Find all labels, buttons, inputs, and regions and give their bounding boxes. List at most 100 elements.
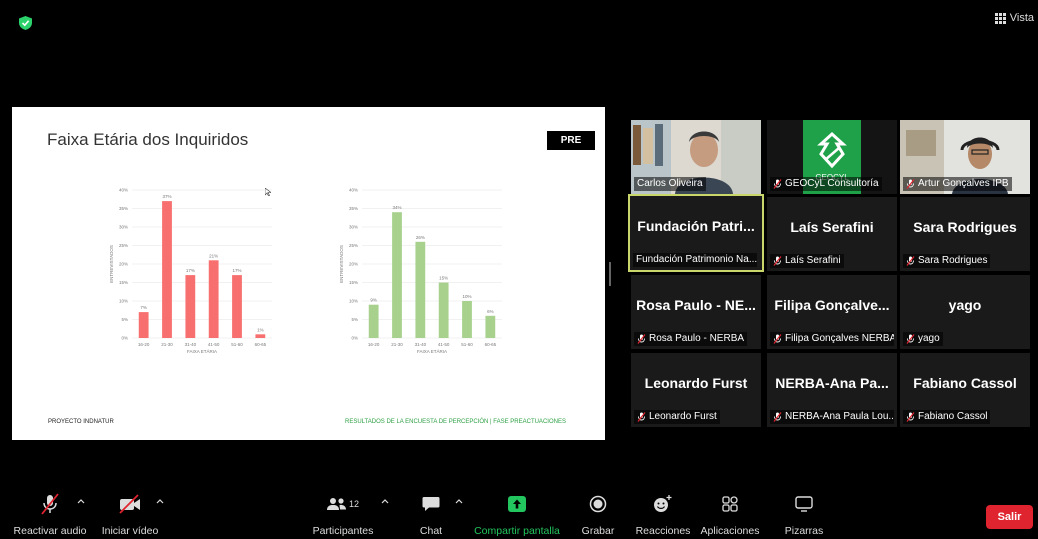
bar-value-label: 26%	[416, 235, 425, 240]
participants-label: Participantes	[312, 525, 374, 537]
whiteboards-button[interactable]: Pizarras	[782, 492, 826, 537]
participant-display-name: Leonardo Furst	[644, 375, 748, 391]
chat-button[interactable]: Chat	[414, 492, 448, 537]
participant-name: GEOCyL Consultoría	[785, 178, 879, 189]
y-tick-label: 40%	[349, 188, 358, 193]
mic-muted-icon	[41, 493, 59, 515]
participant-name: Leonardo Furst	[649, 411, 717, 422]
y-axis-title: ENTREVISTADOS	[339, 245, 344, 283]
slide-footer-results: RESULTADOS DE LA ENCUESTA DE PERCEPCIÓN …	[345, 419, 566, 425]
mic-muted-icon	[637, 334, 646, 344]
y-tick-label: 15%	[119, 280, 128, 285]
mic-muted-icon	[773, 334, 782, 344]
leave-meeting-button[interactable]: Salir	[986, 505, 1033, 529]
bar	[255, 334, 266, 338]
panel-resize-handle[interactable]	[609, 262, 611, 286]
participant-tile[interactable]: yago yago	[900, 275, 1030, 349]
participant-display-name: Rosa Paulo - NE...	[636, 297, 756, 313]
participant-tile[interactable]: Leonardo Furst Leonardo Furst	[631, 353, 761, 427]
participant-tile[interactable]: GEOCYLGEOCyL Consultoría	[767, 120, 897, 194]
bar	[415, 241, 426, 338]
bar	[368, 304, 379, 338]
participant-tile[interactable]: NERBA-Ana Pa... NERBA-Ana Paula Lou...	[767, 353, 897, 427]
y-tick-label: 5%	[351, 317, 358, 322]
y-tick-label: 10%	[349, 299, 358, 304]
share-screen-button[interactable]: Compartir pantalla	[472, 492, 562, 537]
mic-muted-icon	[773, 179, 782, 189]
y-tick-label: 40%	[119, 188, 128, 193]
participants-count: 12	[348, 499, 359, 509]
bar-value-label: 10%	[462, 294, 471, 299]
participant-name-label: GEOCyL Consultoría	[770, 177, 882, 191]
grid-view-icon	[994, 12, 1006, 24]
record-button[interactable]: Grabar	[579, 492, 617, 537]
participant-display-name: yago	[948, 297, 982, 313]
x-tick-label: 21-30	[161, 342, 173, 347]
participant-name: Laís Serafini	[785, 255, 841, 266]
mic-muted-icon	[773, 412, 782, 422]
chat-bubble-icon	[422, 497, 440, 511]
bar-value-label: 9%	[370, 298, 377, 303]
reactions-button[interactable]: Reacciones	[632, 492, 694, 537]
participant-tile[interactable]: Sara Rodrigues Sara Rodrigues	[900, 197, 1030, 271]
bar-value-label: 7%	[140, 305, 147, 310]
participant-display-name: Laís Serafini	[790, 219, 874, 235]
apps-button[interactable]: Aplicaciones	[700, 492, 760, 537]
mouse-cursor-icon	[265, 188, 271, 196]
chat-options-caret-icon[interactable]	[455, 498, 463, 504]
participant-name-label: Sara Rodrigues	[903, 254, 991, 268]
x-tick-label: 31-40	[185, 342, 197, 347]
participant-name-label: yago	[903, 332, 943, 346]
start-video-button[interactable]: Iniciar vídeo	[98, 492, 162, 537]
apps-label: Aplicaciones	[700, 525, 760, 537]
shared-slide: Faixa Etária dos Inquiridos PRE 0% 5% 10% 1…	[12, 107, 605, 440]
unmute-label: Reactivar audio	[13, 525, 87, 537]
bar-value-label: 37%	[162, 194, 171, 199]
participants-options-caret-icon[interactable]	[381, 498, 389, 504]
participant-name: Filipa Gonçalves NERBA	[785, 333, 894, 344]
participant-tile[interactable]: Filipa Gonçalve... Filipa Gonçalves NERBA	[767, 275, 897, 349]
mic-muted-icon	[773, 256, 782, 266]
bar-value-label: 21%	[209, 253, 218, 258]
mic-muted-icon	[906, 412, 915, 422]
participants-icon	[326, 498, 346, 510]
record-label: Grabar	[581, 525, 615, 537]
participant-name: Artur Gonçalves IPB	[918, 178, 1009, 189]
participants-button[interactable]: 12 Participantes	[310, 492, 376, 537]
participant-name-label: Laís Serafini	[770, 254, 844, 268]
view-label: Vista	[1009, 12, 1034, 24]
participant-tile[interactable]: Laís Serafini Laís Serafini	[767, 197, 897, 271]
audio-options-caret-icon[interactable]	[77, 498, 85, 504]
shield-icon[interactable]	[19, 16, 32, 30]
participant-name-label: Rosa Paulo - NERBA	[634, 332, 748, 346]
y-tick-label: 25%	[349, 243, 358, 248]
share-screen-icon	[508, 496, 526, 512]
start-video-label: Iniciar vídeo	[101, 525, 159, 537]
bar	[438, 282, 449, 338]
y-tick-label: 5%	[121, 317, 128, 322]
participant-tile[interactable]: Fabiano Cassol Fabiano Cassol	[900, 353, 1030, 427]
participant-name: Carlos Oliveira	[637, 178, 703, 189]
participant-name-label: Leonardo Furst	[634, 410, 720, 424]
mic-muted-icon	[906, 334, 915, 344]
y-tick-label: 35%	[119, 206, 128, 211]
mic-muted-icon	[637, 412, 646, 422]
view-button[interactable]: Vista	[994, 12, 1034, 24]
participant-tile[interactable]: Carlos Oliveira	[631, 120, 761, 194]
participant-tile[interactable]: Artur Gonçalves IPB	[900, 120, 1030, 194]
x-tick-label: 31-40	[415, 342, 427, 347]
x-tick-label: 60-65	[485, 342, 497, 347]
x-tick-label: 51-60	[461, 342, 473, 347]
bar-value-label: 34%	[392, 205, 401, 210]
video-options-caret-icon[interactable]	[156, 498, 164, 504]
participant-tile[interactable]: Fundación Patri... Fundación Patrimonio N…	[628, 194, 764, 272]
whiteboards-label: Pizarras	[784, 525, 824, 537]
participant-name: NERBA-Ana Paula Lou...	[785, 411, 894, 422]
participant-tile[interactable]: Rosa Paulo - NE... Rosa Paulo - NERBA	[631, 275, 761, 349]
mic-muted-icon	[906, 256, 915, 266]
bar-value-label: 6%	[487, 309, 494, 314]
y-tick-label: 35%	[349, 206, 358, 211]
x-tick-label: 41-50	[438, 342, 450, 347]
bar	[392, 212, 402, 338]
video-off-icon	[119, 494, 140, 514]
